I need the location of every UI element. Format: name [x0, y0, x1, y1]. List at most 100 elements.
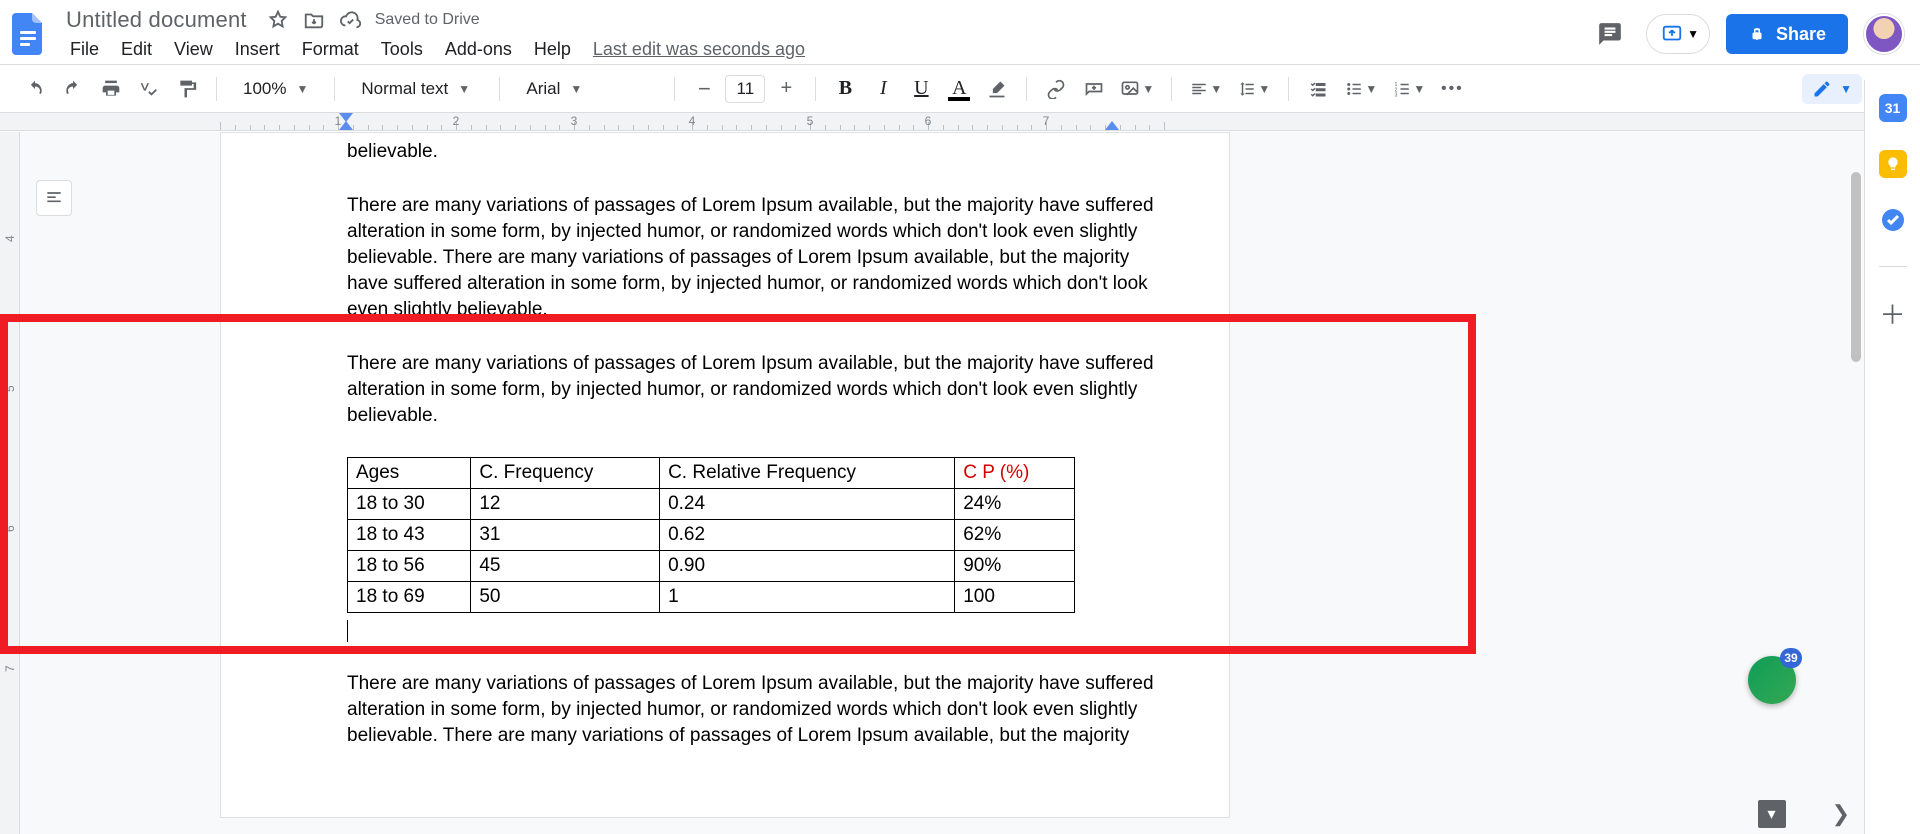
align-button[interactable]: ▼ [1184, 73, 1228, 105]
editing-mode-pill[interactable]: ▼ [1802, 74, 1862, 104]
table-cell[interactable]: 31 [471, 520, 660, 551]
table-header-cell[interactable]: Ages [348, 458, 471, 489]
caret-down-icon: ▼ [296, 82, 308, 96]
menu-view[interactable]: View [164, 35, 223, 64]
table-cell[interactable]: 62% [955, 520, 1075, 551]
document-body[interactable]: believable. There are many variations of… [221, 133, 1229, 749]
paragraph[interactable]: There are many variations of passages of… [347, 351, 1169, 429]
more-tools-button[interactable]: ••• [1435, 73, 1469, 105]
star-icon[interactable] [267, 9, 289, 31]
horizontal-ruler[interactable]: 1234567 [0, 113, 1920, 131]
open-comments-button[interactable] [1590, 14, 1630, 54]
toolbar-separator [216, 77, 217, 101]
paint-format-button[interactable] [170, 73, 204, 105]
undo-button[interactable] [18, 73, 52, 105]
saved-to-drive-label: Saved to Drive [375, 11, 480, 29]
spellcheck-button[interactable] [132, 73, 166, 105]
data-table[interactable]: Ages C. Frequency C. Relative Frequency … [347, 457, 1075, 613]
toolbar-separator [674, 77, 675, 101]
calendar-addon-icon[interactable]: 31 [1879, 94, 1907, 122]
table-row[interactable]: 18 to 56 45 0.90 90% [348, 551, 1075, 582]
menu-tools[interactable]: Tools [371, 35, 433, 64]
toolbar-separator [1288, 77, 1289, 101]
menu-file[interactable]: File [60, 35, 109, 64]
redo-button[interactable] [56, 73, 90, 105]
scroll-thumb[interactable] [1851, 172, 1861, 362]
table-header-cell[interactable]: C. Frequency [471, 458, 660, 489]
account-avatar[interactable] [1864, 14, 1904, 54]
paragraph[interactable]: There are many variations of passages of… [347, 193, 1169, 323]
tasks-addon-icon[interactable] [1879, 206, 1907, 234]
menu-insert[interactable]: Insert [225, 35, 290, 64]
text-color-button[interactable]: A [942, 73, 976, 105]
keep-addon-icon[interactable] [1879, 150, 1907, 178]
table-cell[interactable]: 45 [471, 551, 660, 582]
table-cell[interactable]: 90% [955, 551, 1075, 582]
decrease-font-size-button[interactable]: − [687, 73, 721, 105]
sidepanel-collapse-button[interactable]: ❯ [1832, 801, 1850, 827]
title-column: Untitled document Saved to Drive File Ed… [60, 6, 1578, 64]
cloud-saved-icon[interactable] [339, 9, 361, 31]
table-cell[interactable]: 18 to 56 [348, 551, 471, 582]
table-cell[interactable]: 100 [955, 582, 1075, 613]
menu-addons[interactable]: Add-ons [435, 35, 522, 64]
caret-down-icon: ▼ [458, 82, 470, 96]
table-header-cell[interactable]: C. Relative Frequency [660, 458, 955, 489]
text-cursor [347, 620, 348, 642]
insert-image-button[interactable]: ▼ [1115, 73, 1159, 105]
share-button[interactable]: Share [1726, 14, 1848, 54]
menu-help[interactable]: Help [524, 35, 581, 64]
move-folder-icon[interactable] [303, 9, 325, 31]
font-family-combo[interactable]: Arial▼ [512, 73, 662, 105]
insert-link-button[interactable] [1039, 73, 1073, 105]
svg-text:3: 3 [1395, 92, 1398, 98]
paragraph-style-combo[interactable]: Normal text ▼ [347, 73, 487, 105]
table-cell[interactable]: 0.62 [660, 520, 955, 551]
paragraph[interactable]: There are many variations of passages of… [347, 671, 1169, 749]
toolbar-separator [1026, 77, 1027, 101]
table-cell[interactable]: 50 [471, 582, 660, 613]
table-cell[interactable]: 1 [660, 582, 955, 613]
checklist-button[interactable] [1301, 73, 1335, 105]
line-spacing-button[interactable]: ▼ [1232, 73, 1276, 105]
table-row[interactable]: 18 to 30 12 0.24 24% [348, 489, 1075, 520]
add-comment-button[interactable] [1077, 73, 1111, 105]
font-size-input[interactable]: 11 [725, 75, 765, 103]
vertical-scrollbar[interactable] [1848, 132, 1864, 834]
table-row[interactable]: 18 to 69 50 1 100 [348, 582, 1075, 613]
show-outline-button[interactable] [36, 180, 72, 216]
table-cell[interactable]: 18 to 43 [348, 520, 471, 551]
zoom-combo[interactable]: 100%▼ [229, 73, 322, 105]
table-row[interactable]: Ages C. Frequency C. Relative Frequency … [348, 458, 1075, 489]
bullet-list-button[interactable]: ▼ [1339, 73, 1383, 105]
numbered-list-button[interactable]: 123▼ [1387, 73, 1431, 105]
last-edit-link[interactable]: Last edit was seconds ago [583, 35, 815, 64]
table-cell[interactable]: 18 to 69 [348, 582, 471, 613]
get-addons-button[interactable]: ＋ [1879, 295, 1905, 332]
paragraph-style-value: Normal text [361, 79, 448, 99]
paragraph[interactable]: believable. [347, 139, 1169, 165]
present-button[interactable]: ▼ [1646, 14, 1710, 54]
menu-edit[interactable]: Edit [111, 35, 162, 64]
underline-button[interactable]: U [904, 73, 938, 105]
vertical-ruler[interactable]: 4567 [0, 132, 20, 834]
table-cell[interactable]: 0.90 [660, 551, 955, 582]
print-button[interactable] [94, 73, 128, 105]
table-cell[interactable]: 24% [955, 489, 1075, 520]
menu-format[interactable]: Format [292, 35, 369, 64]
table-header-cell[interactable]: C P (%) [955, 458, 1075, 489]
document-page[interactable]: believable. There are many variations of… [220, 132, 1230, 818]
explore-button[interactable]: 39 [1748, 656, 1796, 704]
highlight-color-button[interactable] [980, 73, 1014, 105]
table-cell[interactable]: 18 to 30 [348, 489, 471, 520]
docs-logo[interactable] [8, 8, 48, 60]
title-bar-right: ▼ Share [1590, 6, 1904, 62]
scroll-down-button[interactable]: ▾ [1758, 800, 1786, 828]
table-cell[interactable]: 12 [471, 489, 660, 520]
bold-button[interactable]: B [828, 73, 862, 105]
document-title[interactable]: Untitled document [60, 7, 253, 33]
table-row[interactable]: 18 to 43 31 0.62 62% [348, 520, 1075, 551]
increase-font-size-button[interactable]: + [769, 73, 803, 105]
table-cell[interactable]: 0.24 [660, 489, 955, 520]
italic-button[interactable]: I [866, 73, 900, 105]
